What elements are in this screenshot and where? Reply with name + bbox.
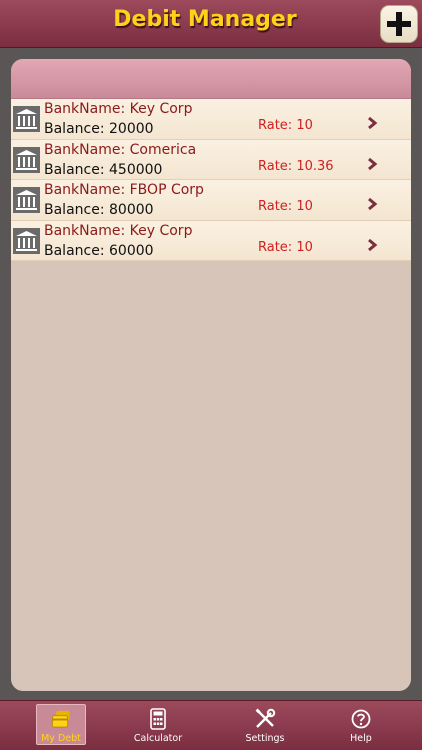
list-item[interactable]: BankName: Key Corp Balance: 20000 Rate: … [11,99,411,140]
navigation-bar: Debit Manager [0,0,422,48]
balance-value: Balance: 20000 [44,121,154,137]
tab-label: Calculator [133,733,183,744]
tab-settings[interactable]: Settings [240,704,290,745]
bank-icon [13,187,40,213]
chevron-right-icon [368,116,378,130]
bank-icon [13,146,40,173]
tab-label: Settings [245,733,285,744]
bank-icon [13,106,40,132]
list-item[interactable]: BankName: Key Corp Balance: 60000 Rate: … [11,220,411,261]
balance-value: Balance: 450000 [44,161,163,178]
rate-value: Rate: 10 [258,239,313,255]
add-debt-button[interactable] [380,5,418,43]
rate-value: Rate: 10.36 [258,158,334,174]
debt-list-panel: BankName: Key Corp Balance: 20000 Rate: … [11,59,411,691]
debt-card-icon [51,710,70,728]
tools-icon [255,708,276,728]
tab-my-debt[interactable]: My Debt [36,704,86,745]
bank-name: BankName: Key Corp [44,101,193,117]
calculator-icon [150,708,166,730]
tab-label: Help [350,733,372,744]
plus-icon [387,12,411,36]
bank-icon [13,227,40,254]
tab-calculator[interactable]: Calculator [133,704,183,745]
rate-value: Rate: 10 [258,199,313,214]
chevron-right-icon [368,197,378,211]
bank-name: BankName: FBOP Corp [44,182,204,198]
rate-value: Rate: 10 [258,118,313,133]
tab-label: My Debt [41,733,81,744]
balance-value: Balance: 60000 [44,242,154,259]
help-icon [351,709,371,729]
list-item[interactable]: BankName: FBOP Corp Balance: 80000 Rate:… [11,180,411,221]
bank-name: BankName: Key Corp [44,222,193,239]
chevron-right-icon [368,157,378,170]
tab-bar: My Debt Calculator Settings Help [0,700,422,750]
bank-name: BankName: Comerica [44,141,197,158]
tab-help[interactable]: Help [336,704,386,745]
list-item[interactable]: BankName: Comerica Balance: 450000 Rate:… [11,139,411,180]
page-title: Debit Manager [113,7,297,32]
list-header [11,59,411,99]
chevron-right-icon [368,238,378,251]
balance-value: Balance: 80000 [44,202,154,218]
